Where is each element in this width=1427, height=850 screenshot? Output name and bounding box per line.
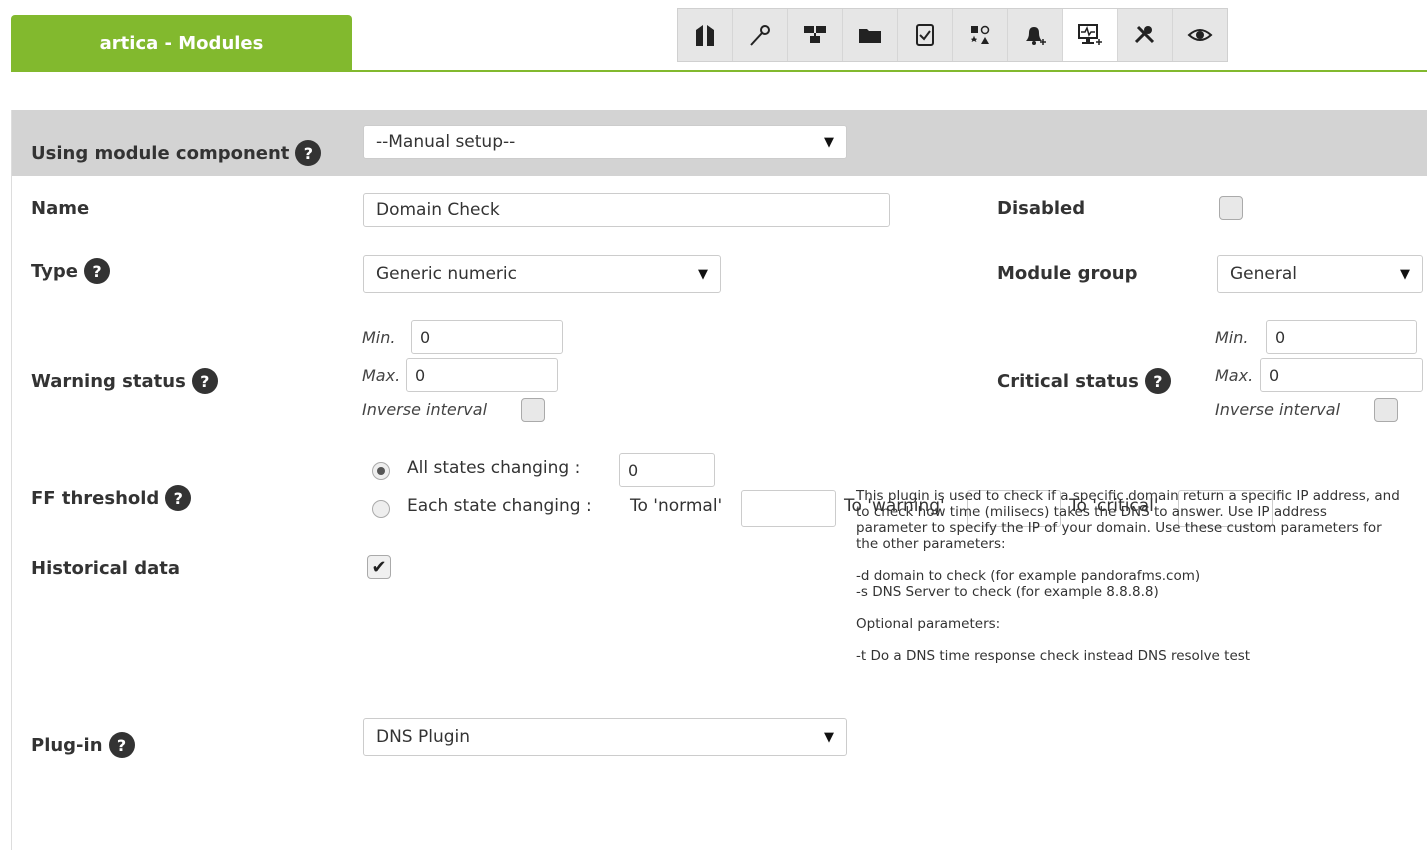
chevron-down-icon: ▼ [698, 266, 708, 282]
plugin-description-text: This plugin is used to check if a specif… [856, 488, 1400, 552]
module-wand-icon[interactable] [733, 9, 788, 61]
critical-min-input[interactable]: 0 [1266, 320, 1417, 354]
critical-inverse-label: Inverse interval [1215, 400, 1341, 419]
warning-min-input[interactable]: 0 [411, 320, 563, 354]
page-title: artica - Modules [99, 32, 264, 54]
warning-min-label: Min. [362, 328, 396, 347]
shapes-icon[interactable] [953, 9, 1008, 61]
ff-normal-input[interactable] [741, 490, 836, 527]
header-divider [11, 70, 1427, 72]
plugin-description-text: Optional parameters: [856, 616, 1001, 632]
ff-all-label: All states changing : [407, 458, 581, 478]
module-group-label: Module group [997, 263, 1138, 284]
ff-each-label: Each state changing : [407, 496, 592, 516]
plugin-description-text: -d domain to check (for example pandoraf… [856, 568, 1201, 584]
name-label: Name [31, 198, 90, 219]
help-icon[interactable]: ? [1144, 368, 1171, 394]
critical-status-label: Critical status ? [997, 368, 1171, 394]
module-group-select[interactable]: General ▼ [1217, 255, 1423, 293]
ff-to-normal-label: To 'normal' [630, 496, 723, 516]
critical-max-label: Max. [1215, 366, 1254, 385]
ff-threshold-label: FF threshold ? [31, 485, 192, 511]
critical-inverse-checkbox[interactable] [1374, 398, 1398, 422]
type-select[interactable]: Generic numeric ▼ [363, 255, 721, 293]
check-icon: ✔ [371, 556, 387, 578]
plugin-select[interactable]: DNS Plugin ▼ [363, 718, 847, 756]
plugin-description-text: -t Do a DNS time response check instead … [856, 648, 1251, 664]
manage-agent-icon[interactable] [678, 9, 733, 61]
plugin-description-text: -s DNS Server to check (for example 8.8.… [856, 584, 1159, 600]
component-select[interactable]: --Manual setup-- ▼ [363, 125, 847, 159]
module-form: Using module component ? --Manual setup-… [11, 110, 1427, 850]
help-icon[interactable]: ? [295, 140, 322, 166]
ff-each-radio[interactable] [372, 500, 390, 518]
disabled-label: Disabled [997, 198, 1086, 219]
network-icon[interactable] [788, 9, 843, 61]
critical-min-label: Min. [1215, 328, 1249, 347]
page-title-tab: artica - Modules [11, 15, 352, 71]
warning-max-label: Max. [362, 366, 401, 385]
warning-inverse-checkbox[interactable] [521, 398, 545, 422]
help-icon[interactable]: ? [108, 732, 135, 758]
ff-all-input[interactable]: 0 [619, 453, 715, 487]
tools-icon[interactable] [1118, 9, 1173, 61]
chevron-down-icon: ▼ [1400, 266, 1410, 282]
name-field[interactable]: Domain Check [363, 193, 890, 227]
warning-max-input[interactable]: 0 [406, 358, 558, 392]
chevron-down-icon: ▼ [824, 729, 834, 745]
toolbar [677, 8, 1228, 62]
warning-inverse-label: Inverse interval [362, 400, 488, 419]
help-icon[interactable]: ? [191, 368, 218, 394]
ff-all-radio[interactable] [372, 462, 390, 480]
help-icon[interactable]: ? [165, 485, 192, 511]
type-label: Type ? [31, 258, 110, 284]
chevron-down-icon: ▼ [824, 134, 834, 150]
view-icon[interactable] [1173, 9, 1227, 61]
critical-max-input[interactable]: 0 [1260, 358, 1423, 392]
component-label: Using module component ? [31, 140, 322, 166]
checklist-icon[interactable] [898, 9, 953, 61]
historical-data-checkbox[interactable]: ✔ [367, 555, 391, 579]
historical-data-label: Historical data [31, 558, 181, 579]
module-add-icon[interactable] [1063, 9, 1118, 61]
warning-status-label: Warning status ? [31, 368, 218, 394]
disabled-checkbox[interactable] [1219, 196, 1243, 220]
alert-add-icon[interactable] [1008, 9, 1063, 61]
plugin-description: This plugin is used to check if a specif… [856, 488, 1401, 664]
help-icon[interactable]: ? [83, 258, 110, 284]
plugin-label: Plug-in ? [31, 732, 135, 758]
folder-icon[interactable] [843, 9, 898, 61]
